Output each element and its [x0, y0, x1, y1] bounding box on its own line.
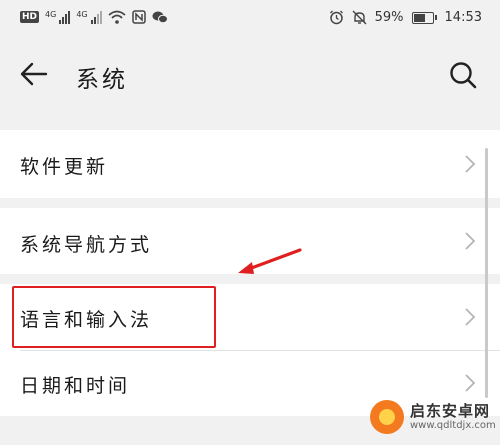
signal-icon — [59, 10, 71, 24]
battery-icon — [411, 11, 437, 24]
alarm-icon — [329, 10, 343, 25]
battery-percent: 59% — [374, 10, 404, 25]
watermark-logo-icon — [370, 400, 404, 434]
scrollbar[interactable] — [485, 148, 488, 398]
network-type-1: 4G — [45, 10, 57, 19]
watermark-url: www.qdltdjx.com — [410, 419, 496, 431]
status-bar: HD 4G 4G 59% 14:53 — [0, 0, 500, 38]
nfc-icon — [131, 10, 146, 24]
app-bar: 系统 — [0, 38, 500, 110]
chevron-right-icon — [465, 155, 476, 173]
mute-icon — [352, 10, 367, 25]
menu-item-label: 系统导航方式 — [20, 234, 153, 256]
status-right: 59% 14:53 — [329, 10, 482, 25]
menu-item-software-update[interactable]: 软件更新 — [0, 130, 500, 198]
wifi-icon — [108, 10, 126, 24]
watermark-name: 启东安卓网 — [410, 402, 491, 421]
network-type-2: 4G — [76, 10, 88, 19]
back-arrow-icon[interactable] — [20, 62, 48, 86]
hd-badge: HD — [20, 11, 40, 23]
clock: 14:53 — [444, 10, 482, 25]
search-icon[interactable] — [448, 60, 478, 90]
chevron-right-icon — [465, 232, 476, 250]
signal-icon-2 — [90, 10, 102, 24]
wechat-icon — [152, 11, 168, 24]
annotation-arrow-icon — [238, 248, 302, 274]
highlight-box — [12, 286, 216, 348]
menu-item-label: 日期和时间 — [20, 375, 131, 397]
chevron-right-icon — [465, 308, 476, 326]
status-left: HD 4G 4G — [20, 10, 168, 24]
menu-item-label: 软件更新 — [20, 156, 109, 178]
watermark: 启东安卓网 www.qdltdjx.com — [370, 400, 496, 434]
chevron-right-icon — [465, 374, 476, 392]
page-title: 系统 — [76, 67, 128, 93]
